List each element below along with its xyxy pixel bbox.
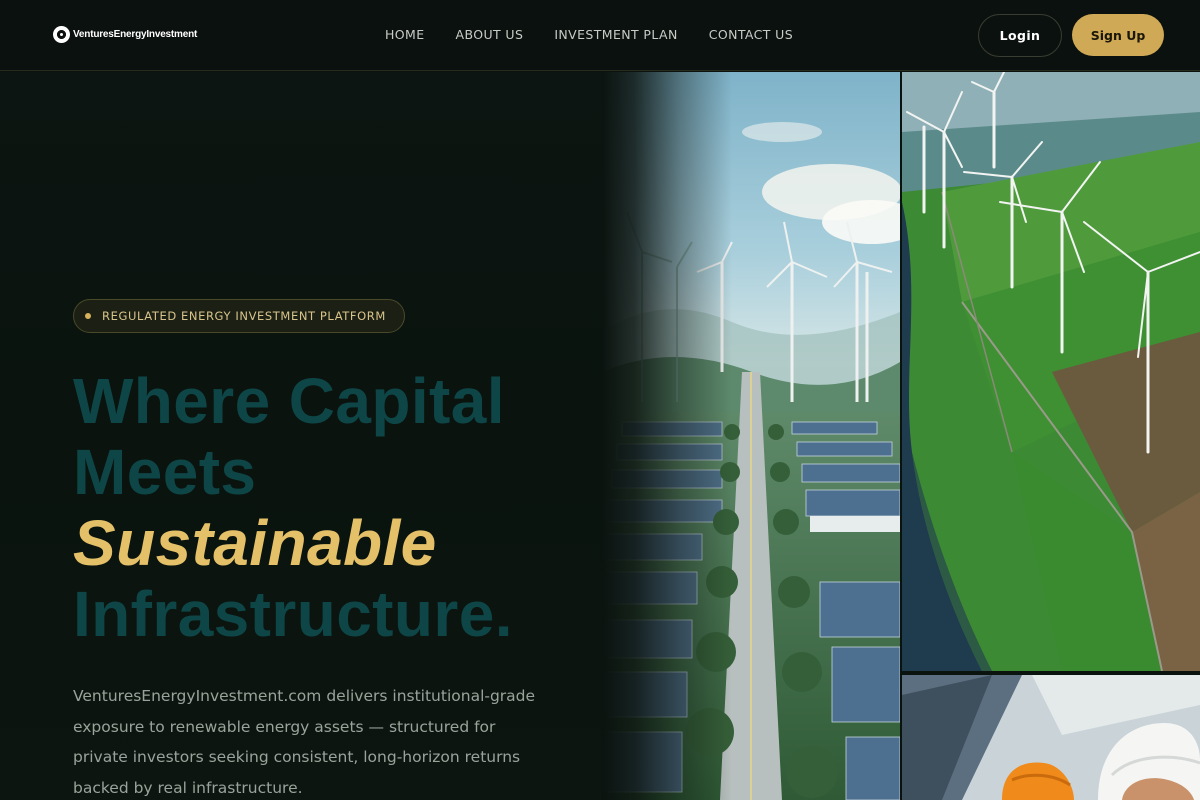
- signup-button[interactable]: Sign Up: [1072, 14, 1164, 56]
- badge-dot-icon: [85, 313, 91, 319]
- engineers-image: [902, 675, 1200, 800]
- nav-investment-plan-link[interactable]: INVESTMENT PLAN: [554, 27, 677, 42]
- hero-headline: Where Capital Meets Sustainable Infrastr…: [73, 366, 613, 650]
- site-header: VenturesEnergyInvestment HOME ABOUT US I…: [0, 0, 1200, 71]
- nav-contact-link[interactable]: CONTACT US: [709, 27, 793, 42]
- headline-line-2: Meets: [73, 436, 257, 508]
- brand-name: VenturesEnergyInvestment: [73, 29, 198, 40]
- wind-farm-image: [902, 72, 1200, 671]
- brand-logo[interactable]: VenturesEnergyInvestment: [53, 26, 197, 43]
- nav-about-link[interactable]: ABOUT US: [456, 27, 524, 42]
- logo-icon: [53, 26, 70, 43]
- hero-description: VenturesEnergyInvestment.com delivers in…: [73, 687, 536, 797]
- badge-label: REGULATED ENERGY INVESTMENT PLATFORM: [102, 309, 386, 323]
- platform-badge: REGULATED ENERGY INVESTMENT PLATFORM: [73, 299, 405, 333]
- wind-farm-illustration: [902, 72, 1200, 671]
- solar-farm-image: [602, 72, 900, 800]
- nav-home-link[interactable]: HOME: [385, 27, 425, 42]
- main-nav: HOME ABOUT US INVESTMENT PLAN CONTACT US: [385, 27, 824, 42]
- headline-line-4: Infrastructure.: [73, 578, 513, 650]
- image-fade-overlay: [602, 72, 732, 800]
- engineers-illustration: [902, 675, 1200, 800]
- headline-accent: Sustainable: [73, 507, 437, 579]
- login-button[interactable]: Login: [978, 14, 1062, 57]
- headline-line-1: Where Capital: [73, 365, 505, 437]
